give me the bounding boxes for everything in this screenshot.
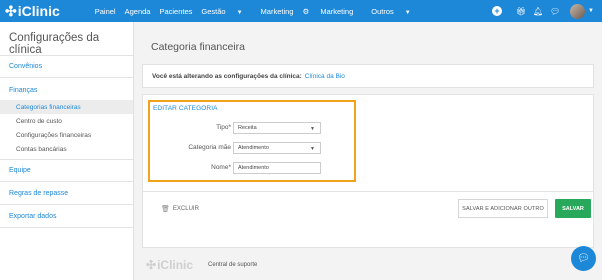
tipo-select[interactable]: Receita ▼ [233, 122, 321, 134]
app-logo[interactable]: ✣ iClinic [5, 3, 60, 20]
bell-icon[interactable]: 🔔︎ [533, 6, 543, 16]
tipo-label: Tipo* [216, 124, 231, 131]
clinic-link[interactable]: Clínica da Bio [305, 73, 345, 80]
tipo-row: Tipo* Receita ▼ [143, 122, 355, 134]
categoria-mae-value: Atendimento [238, 145, 269, 151]
sidebar-subitem-config-financeiras[interactable]: Configurações financeiras [0, 128, 133, 142]
delete-button[interactable]: 🗑︎ EXCLUIR [161, 205, 199, 213]
topbar-actions: + 🎁︎ 🔔︎ 💬︎ ▼ [485, 0, 594, 22]
nav-pacientes[interactable]: Pacientes [159, 7, 192, 16]
sidebar-title: Configurações da clínica [9, 32, 100, 56]
top-navbar: ✣ iClinic Painel Agenda Pacientes Gestão… [0, 0, 602, 22]
nav-agenda[interactable]: Agenda [125, 7, 151, 16]
nav-gestao-label: Gestão [201, 6, 226, 16]
nav-marketing-settings-label: Marketing [320, 6, 354, 16]
chat-bubble-icon[interactable]: 💬︎ [571, 246, 596, 271]
sidebar-item-equipe[interactable]: Equipe [0, 160, 133, 181]
avatar[interactable] [570, 3, 586, 19]
nav-marketing-settings[interactable]: ⚙ Marketing [302, 7, 362, 16]
logo-text: iClinic [17, 3, 60, 19]
gift-icon[interactable]: 🎁︎ [516, 6, 526, 16]
save-and-add-button[interactable]: SALVAR E ADICIONAR OUTRO [458, 199, 548, 218]
footer-logo: ✣ iClinic [146, 258, 193, 272]
chevron-down-icon: ▼ [236, 9, 243, 16]
plus-icon[interactable]: + [492, 6, 503, 16]
nav-marketing[interactable]: Marketing [261, 7, 294, 16]
chevron-down-icon: ▼ [404, 9, 411, 16]
sidebar-item-financas[interactable]: Finanças [0, 78, 133, 100]
categoria-mae-label: Categoria mãe [188, 144, 231, 151]
section-title: EDITAR CATEGORIA [153, 105, 218, 112]
gear-icon: ⚙ [302, 6, 310, 16]
sidebar-subitem-categorias[interactable]: Categorias financeiras [0, 100, 133, 114]
clinic-info-banner: Você está alterando as configurações da … [142, 64, 594, 88]
sidebar-item-convenios[interactable]: Convênios [0, 56, 133, 77]
nome-input[interactable]: Atendimento [233, 162, 321, 174]
info-text: Você está alterando as configurações da … [152, 72, 302, 80]
categoria-mae-row: Categoria mãe Atendimento ▼ [143, 142, 355, 154]
sidebar-subitem-centro-custo[interactable]: Centro de custo [0, 114, 133, 128]
sidebar-item-exportar[interactable]: Exportar dados [0, 205, 133, 227]
footer-logo-text: iClinic [157, 258, 194, 272]
chat-icon[interactable]: 💬︎ [550, 6, 560, 16]
divider [0, 227, 133, 228]
trash-icon: 🗑︎ [161, 206, 170, 213]
nav-gestao[interactable]: Gestão ▼ [201, 7, 251, 16]
nav-outros[interactable]: Outros ▼ [371, 7, 419, 16]
logo-mark-icon: ✣ [5, 2, 17, 19]
tipo-value: Receita [238, 125, 257, 131]
save-button[interactable]: SALVAR [555, 199, 591, 218]
settings-sidebar: Configurações da clínica Convênios Finan… [0, 22, 134, 280]
sidebar-item-regras-repasse[interactable]: Regras de repasse [0, 182, 133, 204]
logo-mark-icon: ✣ [146, 258, 157, 272]
page-title: Categoria financeira [151, 41, 245, 53]
divider [143, 191, 593, 192]
chevron-down-icon[interactable]: ▼ [588, 8, 594, 14]
delete-label: EXCLUIR [172, 206, 199, 212]
nav-painel[interactable]: Painel [95, 7, 116, 16]
main-nav: Painel Agenda Pacientes Gestão ▼ Marketin… [95, 7, 429, 16]
support-link[interactable]: Central de suporte [208, 262, 257, 268]
nome-value: Atendimento [238, 165, 269, 171]
caret-down-icon: ▼ [310, 126, 315, 132]
edit-category-card: EDITAR CATEGORIA Tipo* Receita ▼ Categor… [142, 94, 594, 248]
nome-row: Nome* Atendimento [143, 162, 355, 174]
nav-outros-label: Outros [371, 6, 394, 16]
categoria-mae-select[interactable]: Atendimento ▼ [233, 142, 321, 154]
caret-down-icon: ▼ [310, 146, 315, 152]
sidebar-subitem-contas-bancarias[interactable]: Contas bancárias [0, 142, 133, 156]
nome-label: Nome* [211, 164, 231, 171]
main-content: Categoria financeira Você está alterando… [134, 22, 602, 280]
